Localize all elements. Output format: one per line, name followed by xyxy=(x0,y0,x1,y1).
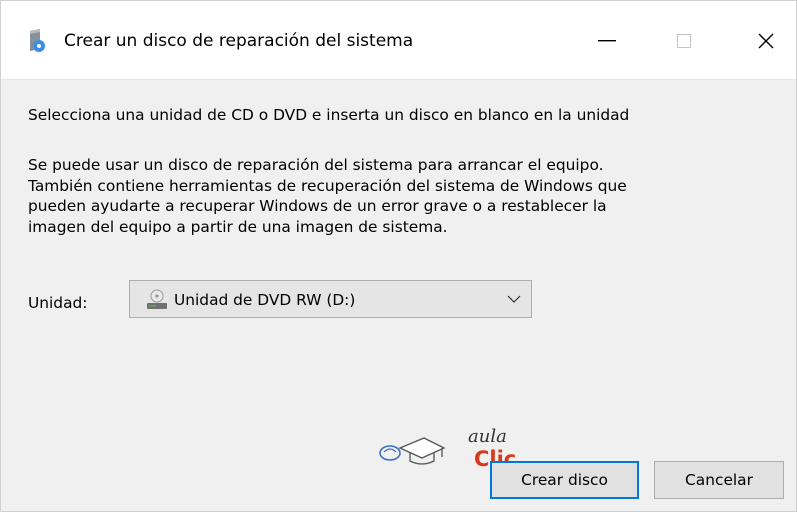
maximize-icon xyxy=(677,34,691,48)
description-line: Se puede usar un disco de reparación del… xyxy=(28,156,604,174)
description-line: imagen del equipo a partir de una imagen… xyxy=(28,217,448,236)
close-button[interactable] xyxy=(735,17,796,65)
disc-repair-icon xyxy=(30,29,45,52)
create-disc-button[interactable]: Crear disco xyxy=(490,461,639,499)
dialog-window: Crear un disco de reparación del sistema… xyxy=(0,0,797,512)
drive-select-value: Unidad de DVD RW (D:) xyxy=(174,291,356,309)
title-bar[interactable]: Crear un disco de reparación del sistema xyxy=(1,1,796,80)
dialog-content: Selecciona una unidad de CD o DVD e inse… xyxy=(1,81,796,511)
drive-select[interactable]: Unidad de DVD RW (D:) xyxy=(129,280,532,318)
dvd-drive-icon xyxy=(147,289,167,309)
maximize-button[interactable] xyxy=(653,17,715,65)
unit-label: Unidad: xyxy=(28,294,88,312)
window-title: Crear un disco de reparación del sistema xyxy=(64,31,414,51)
description-line: pueden ayudarte a recuperar Windows de u… xyxy=(28,197,607,215)
close-icon xyxy=(758,33,774,49)
logo-text-aula: aula xyxy=(468,426,507,447)
cancel-button[interactable]: Cancelar xyxy=(654,461,784,499)
description-text: Se puede usar un disco de reparación del… xyxy=(28,155,768,237)
minimize-icon xyxy=(598,40,616,42)
minimize-button[interactable] xyxy=(576,17,638,65)
description-line: También contiene herramientas de recuper… xyxy=(28,176,627,195)
chevron-down-icon xyxy=(507,295,521,303)
instruction-text: Selecciona una unidad de CD o DVD e inse… xyxy=(28,106,630,124)
